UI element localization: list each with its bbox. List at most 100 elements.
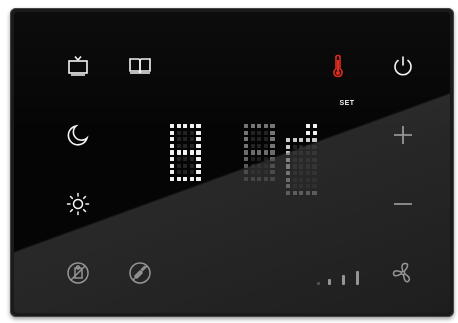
display-dot	[292, 144, 297, 149]
display-dot	[176, 176, 181, 181]
display-dot	[196, 137, 201, 142]
display-dot	[244, 170, 249, 175]
display-dot	[270, 137, 275, 142]
display-dot	[299, 171, 304, 176]
display-dot	[270, 143, 275, 148]
tv-icon[interactable]	[64, 52, 92, 80]
display-dot	[292, 157, 297, 162]
fan-icon[interactable]	[389, 259, 417, 287]
display-dot	[257, 137, 262, 142]
fan-speed-bar-1	[317, 282, 320, 285]
display-dot	[189, 124, 194, 129]
thermostat-panel: SET	[10, 8, 454, 317]
display-dot	[257, 157, 262, 162]
display-dot	[312, 138, 317, 143]
display-dot	[263, 130, 268, 135]
display-dot	[299, 164, 304, 169]
display-dot	[250, 150, 255, 155]
display-dot	[250, 176, 255, 181]
display-dot	[170, 157, 175, 162]
display-dot	[312, 164, 317, 169]
display-dot	[189, 130, 194, 135]
display-dot	[183, 124, 188, 129]
display-dot	[292, 184, 297, 189]
display-dot	[196, 157, 201, 162]
display-dot	[176, 143, 181, 148]
display-dot	[196, 130, 201, 135]
display-dot	[312, 144, 317, 149]
display-dot	[196, 170, 201, 175]
display-dot	[170, 130, 175, 135]
moon-icon[interactable]	[64, 121, 92, 149]
display-dot	[244, 130, 249, 135]
display-dot	[183, 176, 188, 181]
display-dot	[170, 176, 175, 181]
display-dot	[299, 157, 304, 162]
display-dot	[286, 157, 291, 162]
display-dot	[196, 163, 201, 168]
fan-speed-bar-2	[328, 279, 331, 285]
display-dot	[196, 150, 201, 155]
display-dot	[299, 190, 304, 195]
display-dot	[196, 143, 201, 148]
display-dot	[189, 150, 194, 155]
display-dot	[286, 177, 291, 182]
display-dot	[263, 124, 268, 129]
display-dot	[305, 157, 310, 162]
power-icon[interactable]	[389, 52, 417, 80]
display-dot	[176, 124, 181, 129]
display-dot	[305, 164, 310, 169]
display-dot	[244, 163, 249, 168]
display-dot	[244, 137, 249, 142]
display-dot	[270, 150, 275, 155]
display-dot	[263, 143, 268, 148]
plus-icon[interactable]	[389, 121, 417, 149]
display-dot	[170, 143, 175, 148]
display-dot	[170, 137, 175, 142]
display-dot	[189, 163, 194, 168]
display-dot	[189, 176, 194, 181]
display-dot	[183, 157, 188, 162]
display-dot	[286, 144, 291, 149]
display-dot	[250, 137, 255, 142]
display-dot	[270, 157, 275, 162]
display-dot	[299, 138, 304, 143]
display-dot	[292, 164, 297, 169]
display-dot	[305, 151, 310, 156]
set-label: SET	[339, 100, 355, 107]
display-dot	[263, 176, 268, 181]
display-dot	[170, 150, 175, 155]
glass-surface: SET	[14, 12, 450, 313]
minus-icon[interactable]	[389, 190, 417, 218]
sun-icon[interactable]	[64, 190, 92, 218]
display-dot	[286, 164, 291, 169]
display-dot	[292, 151, 297, 156]
display-dot	[312, 171, 317, 176]
thermometer-icon[interactable]	[324, 52, 352, 80]
display-dot	[257, 176, 262, 181]
display-dot	[189, 137, 194, 142]
display-dot	[292, 171, 297, 176]
display-dot	[176, 137, 181, 142]
no-cleaning-icon[interactable]	[126, 259, 154, 287]
display-dot	[305, 190, 310, 195]
display-dot	[176, 170, 181, 175]
no-disturb-icon[interactable]	[64, 259, 92, 287]
display-dot	[189, 143, 194, 148]
display-dot	[312, 124, 317, 129]
display-dot	[270, 163, 275, 168]
book-icon[interactable]	[126, 52, 154, 80]
display-dot	[306, 124, 311, 129]
display-dot	[257, 124, 262, 129]
display-dot	[299, 144, 304, 149]
display-dot	[263, 170, 268, 175]
display-dot	[263, 150, 268, 155]
display-dot	[292, 138, 297, 143]
fan-speed-bar-3	[342, 275, 345, 285]
display-dot	[305, 138, 310, 143]
display-dot	[244, 176, 249, 181]
display-dot	[292, 177, 297, 182]
display-dot	[312, 177, 317, 182]
display-dot	[176, 157, 181, 162]
display-dot	[257, 150, 262, 155]
